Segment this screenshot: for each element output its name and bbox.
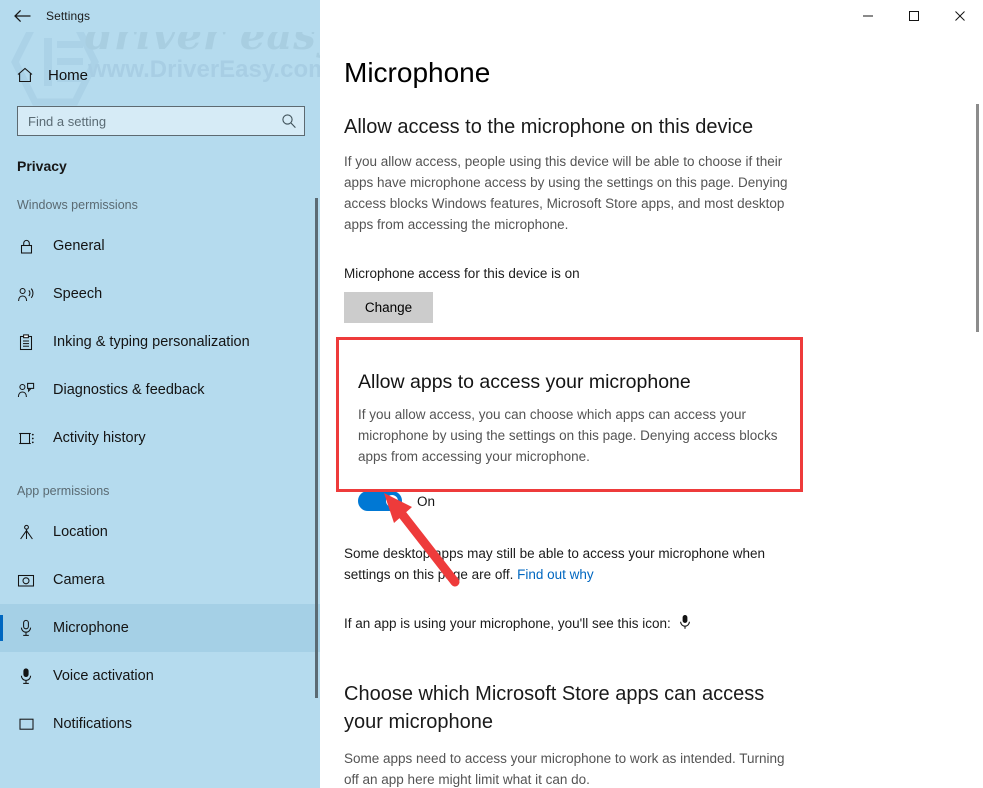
microphone-in-use-note: If an app is using your microphone, you'… [344, 614, 960, 633]
history-icon [17, 429, 35, 447]
desktop-apps-note: Some desktop apps may still be able to a… [344, 543, 788, 585]
search-input[interactable] [18, 113, 274, 129]
change-button[interactable]: Change [344, 292, 433, 323]
maximize-button[interactable] [891, 0, 937, 32]
sidebar-item-voice-activation[interactable]: Voice activation [0, 652, 320, 700]
microphone-icon [17, 619, 35, 637]
page-category-title: Privacy [17, 158, 67, 174]
window-controls [845, 0, 983, 32]
sidebar-item-label: Camera [53, 572, 105, 588]
find-out-why-link[interactable]: Find out why [517, 567, 594, 582]
minimize-button[interactable] [845, 0, 891, 32]
device-access-status: Microphone access for this device is on [344, 266, 580, 281]
voice-activation-icon [17, 667, 35, 685]
main-scrollbar[interactable] [976, 104, 979, 332]
device-access-body: If you allow access, people using this d… [344, 154, 788, 232]
home-button[interactable]: Home [16, 60, 88, 90]
title-bar-right [320, 0, 983, 32]
sidebar-item-notifications[interactable]: Notifications [0, 700, 320, 748]
sidebar-item-label: Microphone [53, 620, 129, 636]
main-content: Microphone Allow access to the microphon… [320, 32, 983, 788]
sidebar-item-label: Location [53, 524, 108, 540]
sidebar-item-activity-history[interactable]: Activity history [0, 414, 320, 462]
speech-icon [17, 285, 35, 303]
title-bar: Settings [0, 0, 983, 32]
search-box[interactable] [17, 106, 305, 136]
sidebar: driver easy www.DriverEasy.com Home Priv… [0, 0, 320, 788]
feedback-icon [17, 381, 35, 399]
clipboard-icon [17, 333, 35, 351]
sidebar-scrollbar[interactable] [315, 198, 318, 698]
apps-access-heading: Allow apps to access your microphone [358, 371, 691, 393]
sidebar-item-diagnostics-feedback[interactable]: Diagnostics & feedback [0, 366, 320, 414]
search-icon [274, 113, 304, 129]
nav-group-label-windows-permissions: Windows permissions [17, 198, 138, 212]
sidebar-item-microphone[interactable]: Microphone [0, 604, 320, 652]
title-bar-left: Settings [0, 0, 320, 32]
notifications-icon [17, 715, 35, 733]
sidebar-nav: Windows permissions General Speech Inkin… [0, 188, 320, 748]
sidebar-item-location[interactable]: Location [0, 508, 320, 556]
nav-group-label-app-permissions: App permissions [17, 484, 110, 498]
close-button[interactable] [937, 0, 983, 32]
sidebar-item-camera[interactable]: Camera [0, 556, 320, 604]
settings-window: driver easy www.DriverEasy.com Home Priv… [0, 0, 983, 788]
home-label: Home [48, 66, 89, 84]
sidebar-item-inking-typing-personalization[interactable]: Inking & typing personalization [0, 318, 320, 366]
microphone-in-use-text: If an app is using your microphone, you'… [344, 616, 671, 631]
sidebar-item-general[interactable]: General [0, 222, 320, 270]
page-title: Microphone [344, 57, 491, 88]
apps-access-body: If you allow access, you can choose whic… [358, 407, 778, 464]
home-icon [16, 66, 34, 84]
lock-icon [17, 237, 35, 255]
sidebar-item-label: Voice activation [53, 668, 154, 684]
device-access-heading: Allow access to the microphone on this d… [344, 116, 754, 138]
apps-access-toggle-label: On [417, 493, 436, 509]
sidebar-item-label: General [53, 238, 105, 254]
apps-access-toggle-row: On [358, 491, 816, 511]
camera-icon [17, 571, 35, 589]
sidebar-item-speech[interactable]: Speech [0, 270, 320, 318]
sidebar-item-label: Activity history [53, 430, 146, 446]
location-icon [17, 523, 35, 541]
apps-access-toggle[interactable] [358, 491, 402, 511]
apps-access-section: Allow apps to access your microphone If … [344, 353, 816, 533]
window-title: Settings [46, 9, 91, 23]
store-apps-heading: Choose which Microsoft Store apps can ac… [344, 683, 765, 733]
microphone-indicator-icon [679, 614, 691, 633]
sidebar-item-label: Diagnostics & feedback [53, 382, 205, 398]
sidebar-item-label: Speech [53, 286, 103, 302]
watermark-url: www.DriverEasy.com [88, 56, 320, 83]
sidebar-item-label: Inking & typing personalization [53, 334, 250, 350]
store-apps-body: Some apps need to access your microphone… [344, 751, 785, 787]
back-button[interactable] [0, 0, 44, 32]
sidebar-item-label: Notifications [53, 716, 132, 732]
